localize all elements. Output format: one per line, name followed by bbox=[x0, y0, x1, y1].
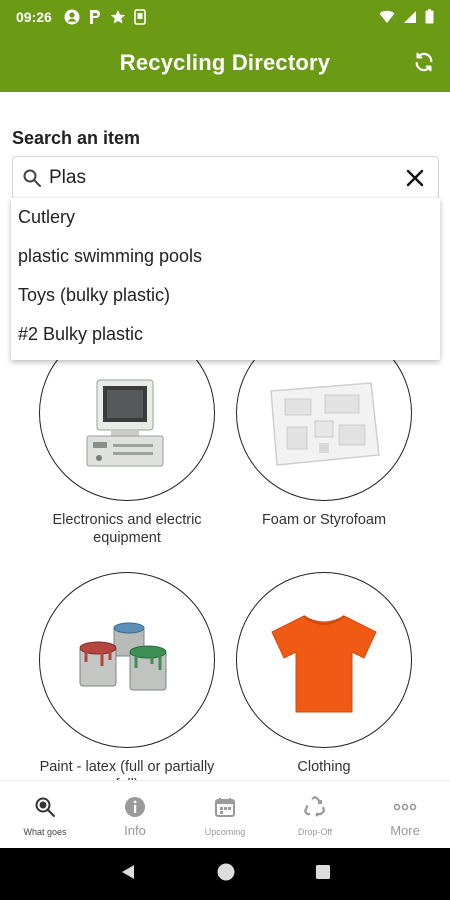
category-paint[interactable]: Paint - latex (full or partially full) bbox=[39, 572, 215, 794]
category-circle[interactable] bbox=[39, 572, 215, 748]
category-circle[interactable] bbox=[236, 572, 412, 748]
suggestion-item[interactable]: #2 Bulky plastic bbox=[11, 315, 440, 354]
signal-icon bbox=[403, 10, 417, 24]
parking-icon bbox=[88, 9, 102, 25]
category-label: Foam or Styrofoam bbox=[261, 512, 387, 528]
nav-label: More bbox=[390, 823, 420, 838]
back-icon bbox=[122, 864, 135, 879]
info-icon bbox=[124, 795, 146, 819]
suggestions-dropdown: Cutlery plastic swimming pools Toys (bul… bbox=[11, 198, 440, 360]
foam-icon bbox=[270, 382, 380, 466]
nav-what-goes[interactable]: What goes bbox=[0, 781, 90, 848]
nav-label: Drop-Off bbox=[297, 827, 333, 837]
nav-label: Info bbox=[124, 823, 146, 838]
nav-label: What goes bbox=[23, 827, 67, 837]
refresh-button[interactable] bbox=[410, 48, 438, 76]
search-value[interactable]: Plas bbox=[49, 167, 400, 189]
status-system bbox=[379, 9, 434, 24]
computer-icon bbox=[86, 379, 164, 467]
home-icon bbox=[217, 863, 235, 880]
magnify-icon bbox=[33, 795, 57, 819]
recents-icon bbox=[315, 864, 330, 879]
app-bar: Recycling Directory bbox=[0, 33, 450, 92]
nav-info[interactable]: Info bbox=[90, 781, 180, 848]
suggestion-item[interactable]: Cutlery bbox=[11, 198, 440, 237]
suggestion-item[interactable]: Toys (bulky plastic) bbox=[11, 276, 440, 315]
status-notifications bbox=[64, 8, 146, 25]
category-label: Electronics and electric equipment bbox=[52, 512, 202, 546]
star-icon bbox=[110, 9, 126, 25]
refresh-icon bbox=[415, 52, 433, 72]
suggestion-item[interactable]: plastic swimming pools bbox=[11, 237, 440, 276]
bottom-navigation: What goes Info Upcoming Drop-Off More bbox=[0, 780, 450, 848]
status-time: 09:26 bbox=[16, 8, 52, 25]
back-button[interactable] bbox=[119, 863, 137, 886]
paint-cans-icon bbox=[79, 622, 167, 691]
home-button[interactable] bbox=[216, 862, 236, 887]
calendar-icon bbox=[214, 795, 236, 819]
clear-search-button[interactable] bbox=[400, 163, 430, 193]
close-icon bbox=[406, 169, 424, 187]
page-title: Recycling Directory bbox=[119, 49, 331, 75]
nav-drop-off[interactable]: Drop-Off bbox=[270, 781, 360, 848]
nav-upcoming[interactable]: Upcoming bbox=[180, 781, 270, 848]
wifi-icon bbox=[379, 10, 395, 24]
status-bar: 09:26 bbox=[0, 0, 450, 33]
category-clothing[interactable]: Clothing bbox=[236, 572, 412, 776]
more-icon bbox=[393, 795, 417, 819]
tshirt-icon bbox=[271, 615, 377, 713]
account-icon bbox=[64, 9, 80, 25]
system-navigation-bar bbox=[0, 848, 450, 900]
search-label: Search an item bbox=[12, 128, 141, 148]
search-input[interactable]: Plas bbox=[12, 156, 439, 200]
recents-button[interactable] bbox=[315, 864, 331, 885]
battery-icon bbox=[425, 9, 434, 24]
recycle-icon bbox=[303, 795, 327, 819]
nav-more[interactable]: More bbox=[360, 781, 450, 848]
nav-label: Upcoming bbox=[204, 827, 246, 837]
category-label: Clothing bbox=[297, 759, 351, 775]
search-icon bbox=[21, 167, 43, 189]
device-icon bbox=[134, 8, 146, 25]
